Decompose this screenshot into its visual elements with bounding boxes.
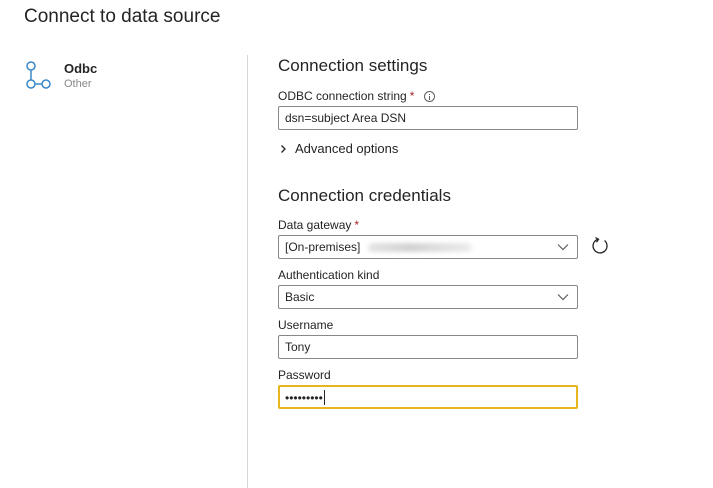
odbc-connector-icon bbox=[26, 61, 51, 89]
dialog-title: Connect to data source bbox=[24, 6, 221, 27]
password-input[interactable]: ••••••••• bbox=[278, 385, 578, 409]
connection-string-label: ODBC connection string * bbox=[278, 89, 436, 103]
advanced-options-toggle[interactable]: Advanced options bbox=[280, 141, 398, 156]
text-cursor bbox=[323, 390, 325, 406]
data-gateway-label: Data gateway * bbox=[278, 218, 359, 232]
username-label: Username bbox=[278, 318, 334, 332]
username-input[interactable]: Tony bbox=[278, 335, 578, 359]
advanced-options-label: Advanced options bbox=[295, 141, 399, 156]
connection-settings-heading: Connection settings bbox=[278, 56, 428, 75]
info-icon[interactable] bbox=[424, 90, 436, 102]
username-value: Tony bbox=[285, 340, 311, 354]
panel-divider bbox=[247, 55, 248, 488]
connection-credentials-heading: Connection credentials bbox=[278, 186, 451, 205]
data-source-category: Other bbox=[64, 78, 92, 90]
connection-string-label-text: ODBC connection string bbox=[278, 89, 407, 103]
data-source-name: Odbc bbox=[64, 61, 98, 76]
authentication-kind-value: Basic bbox=[285, 290, 315, 304]
chevron-right-icon bbox=[281, 144, 286, 153]
password-label: Password bbox=[278, 368, 331, 382]
password-value: ••••••••• bbox=[285, 390, 323, 405]
data-source-item[interactable]: Odbc Other bbox=[22, 60, 222, 94]
data-gateway-label-text: Data gateway bbox=[278, 218, 352, 232]
data-gateway-select[interactable]: [On-premises] bbox=[278, 235, 578, 259]
refresh-icon[interactable] bbox=[590, 236, 610, 256]
required-marker: * bbox=[409, 89, 415, 103]
authentication-kind-label: Authentication kind bbox=[278, 268, 380, 282]
authentication-kind-select[interactable]: Basic bbox=[278, 285, 578, 309]
data-gateway-value: [On-premises] bbox=[285, 240, 361, 254]
connection-string-value: dsn=subject Area DSN bbox=[285, 111, 407, 125]
chevron-down-icon bbox=[557, 294, 569, 301]
chevron-down-icon bbox=[557, 244, 569, 251]
redacted-gateway-name bbox=[368, 243, 473, 253]
required-marker: * bbox=[354, 218, 360, 232]
connection-string-input[interactable]: dsn=subject Area DSN bbox=[278, 106, 578, 130]
